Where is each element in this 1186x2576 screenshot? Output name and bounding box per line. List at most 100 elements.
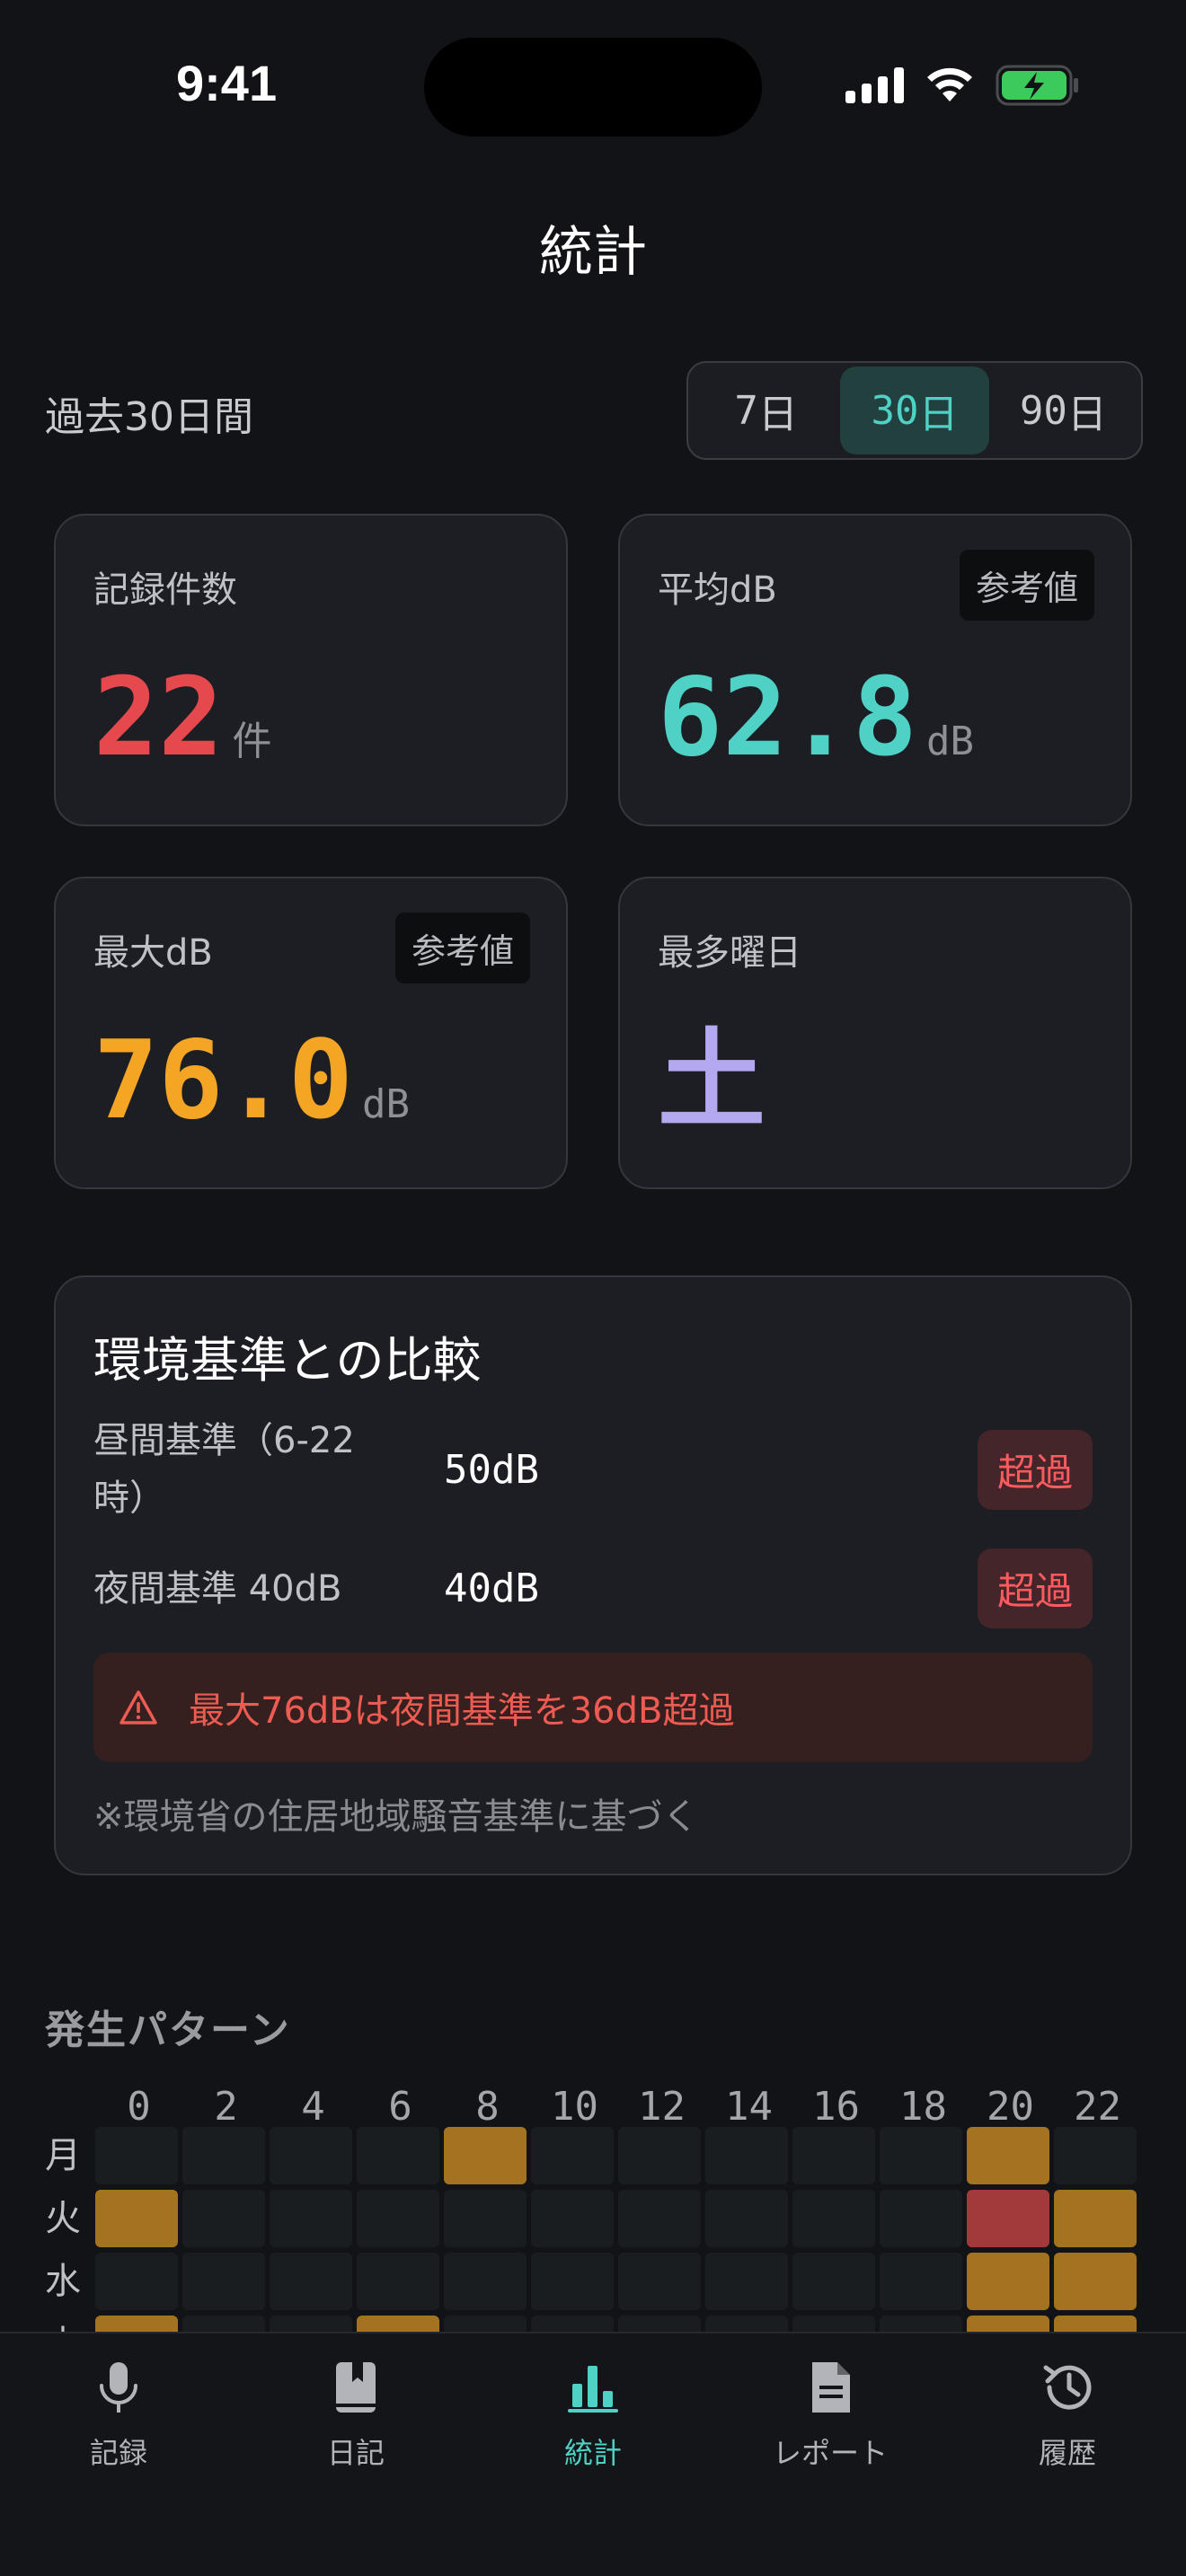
hour-label: 4 (301, 2084, 325, 2130)
heatmap-cell (792, 2190, 875, 2247)
history-icon (1043, 2365, 1092, 2410)
heatmap-cell (705, 2127, 788, 2184)
tab-label: 日記 (326, 2436, 385, 2470)
period-option-7[interactable]: 7日 (692, 366, 840, 454)
heatmap-cell (705, 2316, 788, 2333)
warning-icon (119, 1690, 157, 1725)
heatmap-cell (967, 2253, 1049, 2310)
nighttime-standard-label: 夜間基準 40dB (93, 1567, 342, 1610)
max-db-unit: dB (361, 1081, 410, 1127)
period-label: 過去30日間 (45, 394, 253, 440)
heatmap-cell (967, 2127, 1049, 2184)
tab-history[interactable]: 履歴 (969, 2359, 1166, 2472)
max-db-label: 最大dB (93, 932, 213, 974)
hour-label: 18 (899, 2084, 947, 2130)
records-label: 記録件数 (93, 569, 237, 611)
heatmap-cell (880, 2127, 962, 2184)
heatmap-cell (444, 2253, 527, 2310)
heatmap-cell (531, 2127, 614, 2184)
reference-badge: 参考値 (959, 550, 1094, 621)
heatmap-cell (95, 2127, 178, 2184)
heatmap-cell (270, 2127, 352, 2184)
weekday-label: 木 (45, 2316, 81, 2333)
weekday-label: 月 (45, 2135, 81, 2176)
hour-label: 20 (987, 2084, 1034, 2130)
comparison-title: 環境基準との比較 (93, 1332, 482, 1389)
nighttime-standard-value: 40dB (444, 1566, 539, 1611)
top-weekday-value: 土 (658, 1019, 766, 1143)
heatmap-row: 木 (0, 2316, 1186, 2333)
heatmap-cell (792, 2127, 875, 2184)
status-icons (845, 65, 1080, 106)
document-icon (812, 2362, 850, 2413)
heatmap-cell (531, 2316, 614, 2333)
tab-stats[interactable]: 統計 (494, 2359, 692, 2472)
heatmap-cell (618, 2190, 701, 2247)
heatmap-cell (880, 2316, 962, 2333)
tab-label: 記録 (89, 2436, 147, 2470)
heatmap-cell (182, 2127, 265, 2184)
heatmap-cell (705, 2253, 788, 2310)
hour-label: 12 (638, 2084, 686, 2130)
heatmap-cell (1054, 2190, 1137, 2247)
standard-comparison-card: 環境基準との比較 昼間基準（6-22 時） 50dB 超過 夜間基準 40dB … (54, 1275, 1132, 1875)
daytime-standard-value: 50dB (444, 1446, 539, 1493)
heatmap-cell (531, 2253, 614, 2310)
heatmap-row: 水 (0, 2253, 1186, 2310)
cellular-signal-icon (845, 67, 904, 103)
pattern-heatmap: 月火水木 (0, 2127, 1186, 2333)
chart-icon (568, 2366, 618, 2413)
reference-badge: 参考値 (394, 913, 530, 984)
tab-diary[interactable]: 日記 (257, 2359, 455, 2472)
tab-report[interactable]: レポート (731, 2359, 929, 2472)
heatmap-cell (792, 2253, 875, 2310)
tab-label: 履歴 (1038, 2436, 1096, 2470)
average-db-card: 平均dB 参考値 62.8 dB (618, 514, 1132, 826)
mic-icon (100, 2362, 137, 2413)
tab-label: レポート (772, 2436, 888, 2470)
top-weekday-card: 最多曜日 土 (618, 877, 1132, 1189)
dynamic-island (424, 38, 762, 137)
period-option-30[interactable]: 30 日 (840, 366, 989, 454)
average-db-value: 62.8 (658, 656, 917, 781)
heatmap-cell (270, 2316, 352, 2333)
alert-text: 最大76dBは夜間基準を36dB超過 (189, 1690, 735, 1732)
records-card: 記録件数 22 件 (54, 514, 568, 826)
status-badge: 超過 (977, 1548, 1093, 1628)
heatmap-cell (444, 2316, 527, 2333)
book-icon (336, 2362, 376, 2413)
heatmap-cell (270, 2190, 352, 2247)
tab-record[interactable]: 記録 (20, 2359, 217, 2472)
records-value: 22 (93, 656, 224, 781)
tab-bar: 記録 日記 統計 レポート 履歴 (0, 2332, 1186, 2576)
max-db-value: 76.0 (93, 1019, 353, 1143)
exceed-alert: 最大76dBは夜間基準を36dB超過 (93, 1653, 1093, 1762)
heatmap-cell (618, 2316, 701, 2333)
weekday-label: 水 (45, 2261, 81, 2302)
heatmap-cell (531, 2190, 614, 2247)
hour-label: 10 (551, 2084, 598, 2130)
heatmap-row: 月 (0, 2127, 1186, 2184)
heatmap-cell (95, 2253, 178, 2310)
hour-label: 0 (127, 2084, 151, 2130)
daytime-standard-row: 昼間基準（6-22 時） 50dB 超過 (93, 1412, 1093, 1527)
page-title: 統計 (539, 221, 647, 284)
top-weekday-label: 最多曜日 (658, 932, 801, 974)
heatmap-cell (357, 2127, 439, 2184)
footnote: ※環境省の住居地域騒音基準に基づく (93, 1796, 699, 1838)
heatmap-cell (270, 2253, 352, 2310)
heatmap-cell (880, 2253, 962, 2310)
heatmap-cell (967, 2316, 1049, 2333)
stats-screen: 9:41 統計 過去30日間 7日 30 日 90 日 記録件数 22 件 平均… (0, 0, 1186, 2576)
heatmap-cell (880, 2190, 962, 2247)
heatmap-cell (1054, 2127, 1137, 2184)
hour-label: 16 (812, 2084, 860, 2130)
hour-label: 8 (475, 2084, 500, 2130)
heatmap-cell (792, 2316, 875, 2333)
period-option-90[interactable]: 90 日 (989, 366, 1137, 454)
tab-label: 統計 (563, 2436, 622, 2470)
heatmap-row: 火 (0, 2190, 1186, 2247)
battery-charging-icon (996, 65, 1078, 106)
wifi-icon (927, 67, 972, 101)
heatmap-cell (444, 2190, 527, 2247)
